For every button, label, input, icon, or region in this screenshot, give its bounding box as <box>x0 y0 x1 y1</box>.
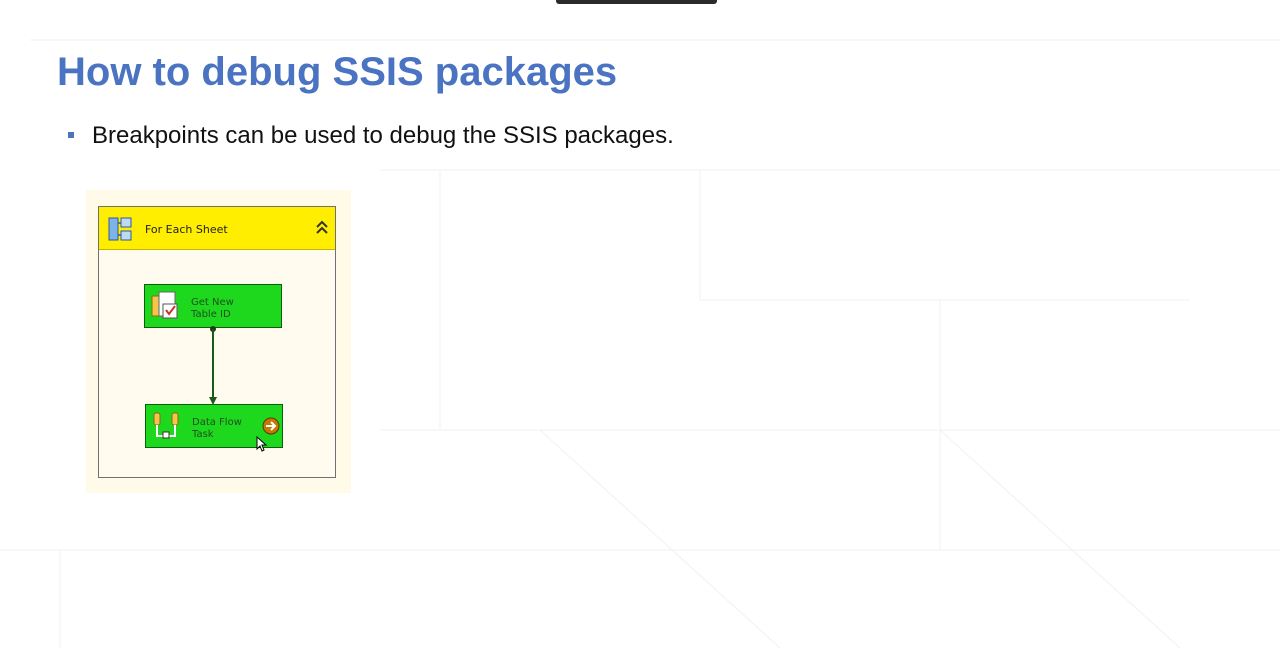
foreach-loop-icon <box>108 217 132 241</box>
bullet-text: Breakpoints can be used to debug the SSI… <box>92 122 674 149</box>
task-label-line: Data Flow <box>192 417 242 428</box>
mouse-cursor-icon <box>256 436 268 452</box>
bullet-marker <box>68 132 74 138</box>
task-label-line: Get New <box>191 297 234 308</box>
task-label-line: Task <box>192 429 214 440</box>
precedence-connector-arrow[interactable] <box>207 325 219 407</box>
task-label: Get New Table ID <box>191 297 234 321</box>
data-flow-icon <box>153 412 179 439</box>
container-header[interactable]: For Each Sheet <box>99 207 335 250</box>
sql-task-icon <box>151 291 178 319</box>
task-label-line: Table ID <box>191 309 231 320</box>
foreach-loop-container[interactable]: For Each Sheet Get New Table ID Data Flo… <box>98 206 336 478</box>
task-get-new-table-id[interactable]: Get New Table ID <box>144 284 282 328</box>
ssis-designer-screenshot: For Each Sheet Get New Table ID Data Flo… <box>86 190 351 493</box>
breakpoint-arrow-icon[interactable] <box>262 417 280 435</box>
task-label: Data Flow Task <box>192 417 242 441</box>
slide-title: How to debug SSIS packages <box>57 50 618 94</box>
collapse-chevrons-icon[interactable] <box>315 219 329 237</box>
container-label: For Each Sheet <box>145 223 228 236</box>
